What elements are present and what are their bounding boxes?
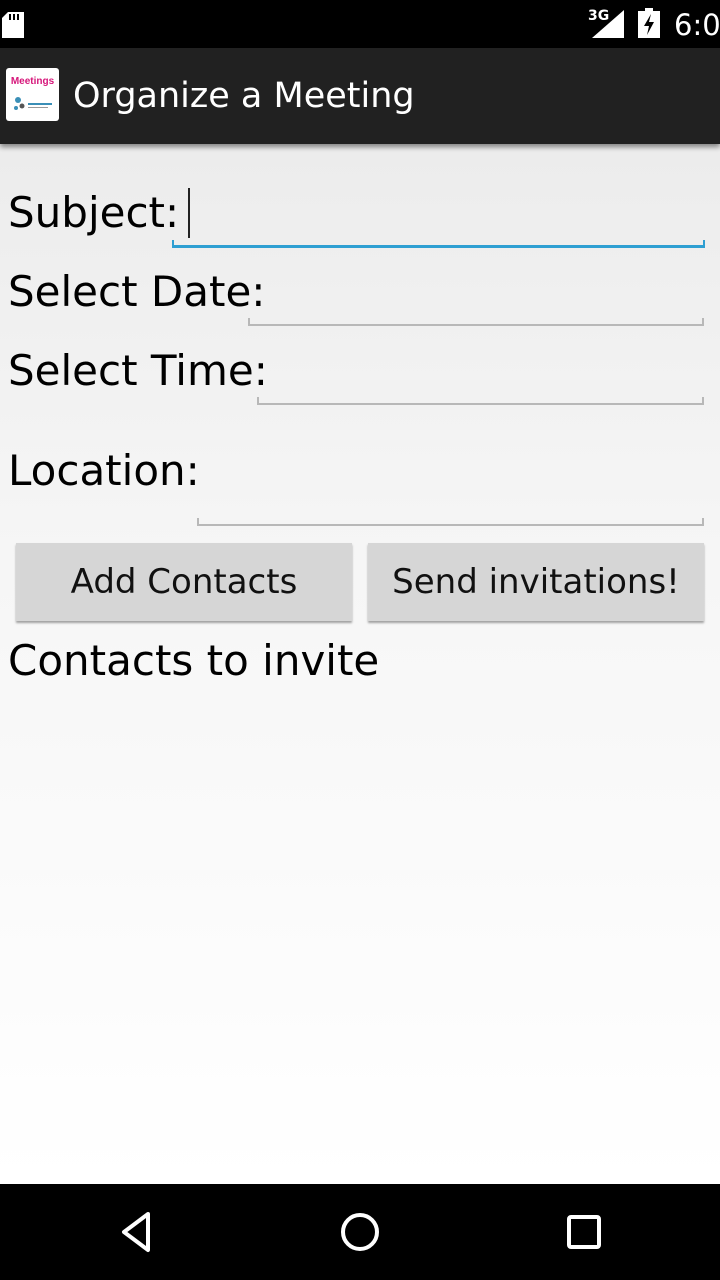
page-title: Organize a Meeting	[73, 76, 415, 116]
home-icon[interactable]	[334, 1206, 386, 1258]
send-invitations-button[interactable]: Send invitations!	[368, 543, 704, 621]
battery-charging-icon	[638, 8, 660, 38]
location-input[interactable]	[197, 486, 704, 526]
date-input[interactable]	[248, 286, 704, 326]
clock: 6:06	[674, 8, 720, 42]
recents-icon[interactable]	[558, 1206, 610, 1258]
action-bar: Meetings Organize a Meeting	[0, 48, 720, 144]
app-icon-text: Meetings	[10, 76, 55, 87]
contacts-heading: Contacts to invite	[8, 636, 380, 685]
subject-label: Subject:	[8, 188, 180, 237]
signal-icon	[592, 10, 624, 38]
time-input[interactable]	[257, 365, 704, 405]
subject-input[interactable]	[172, 208, 705, 248]
text-cursor	[188, 188, 190, 238]
meeting-form: Subject: Select Date: Select Time: Locat…	[0, 144, 720, 1184]
status-bar: 3G 6:06	[0, 0, 720, 48]
location-label: Location:	[8, 446, 200, 495]
contacts-list	[0, 694, 720, 1174]
back-icon[interactable]	[110, 1206, 162, 1258]
navigation-bar	[0, 1184, 720, 1280]
sd-card-icon	[2, 12, 24, 38]
app-logo-graphic	[14, 97, 52, 110]
add-contacts-button[interactable]: Add Contacts	[16, 543, 352, 621]
date-label: Select Date:	[8, 267, 266, 316]
time-label: Select Time:	[8, 346, 268, 395]
app-logo-icon[interactable]: Meetings	[6, 68, 59, 121]
